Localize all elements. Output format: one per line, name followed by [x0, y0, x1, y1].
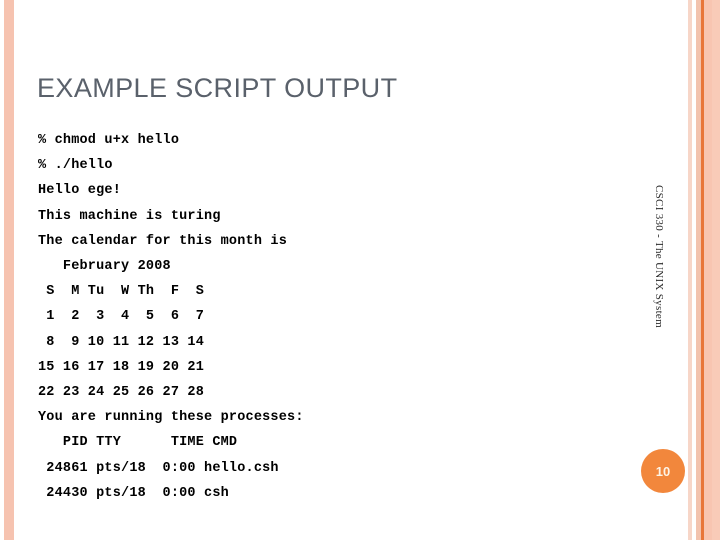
- process-table-row: 24430 pts/18 0:00 csh: [38, 485, 229, 501]
- calendar-week-row: 1 2 3 4 5 6 7: [38, 309, 205, 325]
- process-table-header: PID TTY TIME CMD: [38, 435, 238, 451]
- page-number-badge: 10: [641, 449, 685, 493]
- calendar-week-row: 22 23 24 25 26 27 28: [38, 385, 205, 401]
- page-title: EXAMPLE SCRIPT OUTPUT: [37, 73, 398, 103]
- left-accent-bar: [4, 0, 14, 540]
- calendar-day-headers: S M Tu W Th F S: [38, 284, 205, 300]
- right-accent-bar-4: [704, 0, 712, 540]
- script-output-block: % chmod u+x hello % ./hello Hello ege! T…: [38, 128, 638, 506]
- output-line: % chmod u+x hello: [38, 133, 180, 148]
- right-accent-bar-5: [712, 0, 720, 540]
- calendar-month-title: February 2008: [38, 259, 171, 275]
- output-line: Hello ege!: [38, 183, 122, 199]
- process-table-row: 24861 pts/18 0:00 hello.csh: [38, 460, 279, 476]
- output-line: The calendar for this month is: [38, 233, 288, 249]
- processes-intro: You are running these processes:: [38, 410, 304, 426]
- right-accent-bar-1: [688, 0, 692, 540]
- running-title: CSCI 330 - The UNIX System: [653, 185, 665, 328]
- output-line: This machine is turing: [38, 208, 221, 224]
- calendar-week-row: 15 16 17 18 19 20 21: [38, 359, 205, 375]
- calendar-week-row: 8 9 10 11 12 13 14: [38, 334, 205, 350]
- output-line: % ./hello: [38, 158, 113, 174]
- slide-canvas: EXAMPLE SCRIPT OUTPUT % chmod u+x hello …: [0, 0, 720, 540]
